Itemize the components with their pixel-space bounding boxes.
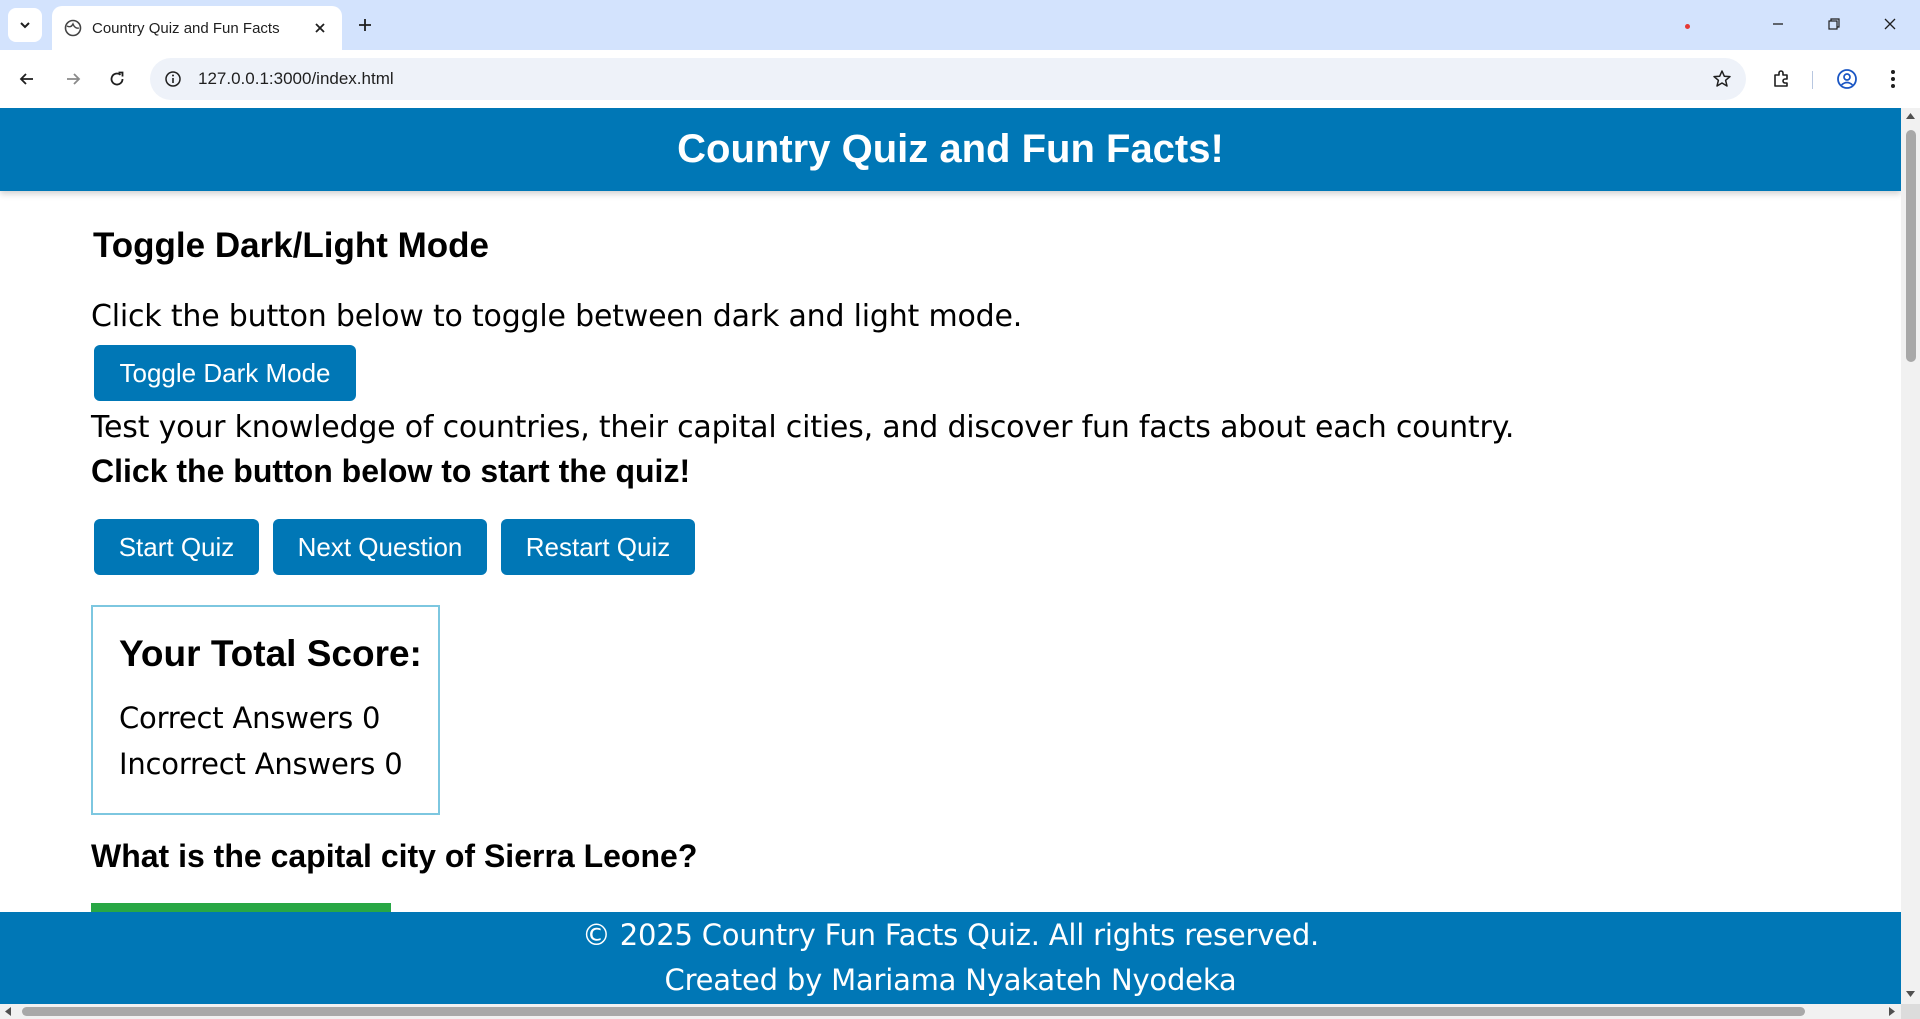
browser-tab[interactable]: Country Quiz and Fun Facts — [52, 6, 342, 50]
scroll-right-arrow-icon[interactable] — [1888, 1006, 1896, 1017]
globe-icon — [64, 19, 82, 37]
quiz-question: What is the capital city of Sierra Leone… — [91, 838, 698, 874]
browser-tab-bar: Country Quiz and Fun Facts — [0, 0, 1920, 50]
restore-icon — [1828, 18, 1840, 30]
page-title: Country Quiz and Fun Facts! — [677, 127, 1224, 171]
next-question-button[interactable]: Next Question — [273, 519, 487, 575]
kebab-menu-icon — [1891, 70, 1895, 88]
scroll-up-arrow-icon[interactable] — [1905, 112, 1916, 120]
incorrect-answers-label: Incorrect Answers — [119, 747, 376, 781]
correct-answers-row: Correct Answers 0 — [119, 701, 380, 735]
close-icon — [315, 23, 325, 33]
forward-button[interactable] — [56, 62, 90, 96]
new-tab-button[interactable] — [352, 12, 378, 38]
incorrect-answers-row: Incorrect Answers 0 — [119, 747, 403, 781]
horizontal-scroll-thumb[interactable] — [22, 1007, 1805, 1016]
profile-button[interactable] — [1830, 62, 1864, 96]
account-icon — [1837, 69, 1857, 89]
toggle-mode-description: Click the button below to toggle between… — [91, 299, 1023, 334]
footer-credit: Created by Mariama Nyakateh Nyodeka — [664, 963, 1237, 997]
restore-button[interactable] — [1812, 6, 1856, 42]
puzzle-icon — [1774, 70, 1788, 87]
quiz-intro-text: Test your knowledge of countries, their … — [91, 410, 1515, 445]
url-text[interactable]: 127.0.0.1:3000/index.html — [198, 69, 1712, 89]
star-icon[interactable] — [1712, 69, 1732, 89]
vertical-scrollbar[interactable] — [1901, 108, 1920, 1004]
page-viewport: Country Quiz and Fun Facts! Toggle Dark/… — [0, 108, 1901, 1004]
plus-icon — [359, 19, 371, 31]
quiz-start-prompt: Click the button below to start the quiz… — [91, 453, 691, 489]
toolbar-divider — [1812, 71, 1813, 89]
close-icon — [1884, 18, 1896, 30]
toggle-mode-heading: Toggle Dark/Light Mode — [93, 226, 490, 265]
scrollbar-corner — [1901, 1004, 1920, 1019]
incorrect-answers-count: 0 — [384, 747, 403, 781]
arrow-right-icon — [67, 73, 81, 85]
tab-title: Country Quiz and Fun Facts — [92, 19, 280, 37]
minimize-button[interactable] — [1756, 6, 1800, 42]
correct-answers-label: Correct Answers — [119, 701, 353, 735]
extensions-button[interactable] — [1764, 62, 1798, 96]
minimize-icon — [1773, 23, 1783, 25]
toggle-dark-mode-button[interactable]: Toggle Dark Mode — [94, 345, 356, 401]
start-quiz-button[interactable]: Start Quiz — [94, 519, 259, 575]
correct-answers-count: 0 — [362, 701, 381, 735]
horizontal-scrollbar[interactable] — [0, 1004, 1901, 1019]
reload-button[interactable] — [100, 62, 134, 96]
info-icon[interactable] — [164, 70, 182, 88]
restart-quiz-button[interactable]: Restart Quiz — [501, 519, 695, 575]
recording-indicator — [1685, 24, 1690, 29]
browser-menu-button[interactable] — [1876, 62, 1910, 96]
close-window-button[interactable] — [1868, 6, 1912, 42]
tab-search-button[interactable] — [8, 8, 42, 42]
scroll-left-arrow-icon[interactable] — [4, 1006, 12, 1017]
scroll-down-arrow-icon[interactable] — [1905, 990, 1916, 998]
score-panel: Your Total Score: Correct Answers 0 Inco… — [91, 605, 440, 815]
reload-icon — [110, 71, 124, 86]
back-button[interactable] — [10, 62, 44, 96]
score-title: Your Total Score: — [119, 633, 422, 674]
tab-close-button[interactable] — [310, 18, 330, 38]
site-footer: © 2025 Country Fun Facts Quiz. All right… — [0, 912, 1901, 1004]
footer-copyright: © 2025 Country Fun Facts Quiz. All right… — [581, 918, 1320, 952]
vertical-scroll-thumb[interactable] — [1906, 130, 1916, 362]
chevron-down-icon — [20, 22, 30, 29]
arrow-left-icon — [19, 73, 33, 85]
site-header: Country Quiz and Fun Facts! — [0, 108, 1901, 191]
address-bar[interactable]: 127.0.0.1:3000/index.html — [150, 58, 1746, 100]
browser-toolbar: 127.0.0.1:3000/index.html — [0, 50, 1920, 108]
